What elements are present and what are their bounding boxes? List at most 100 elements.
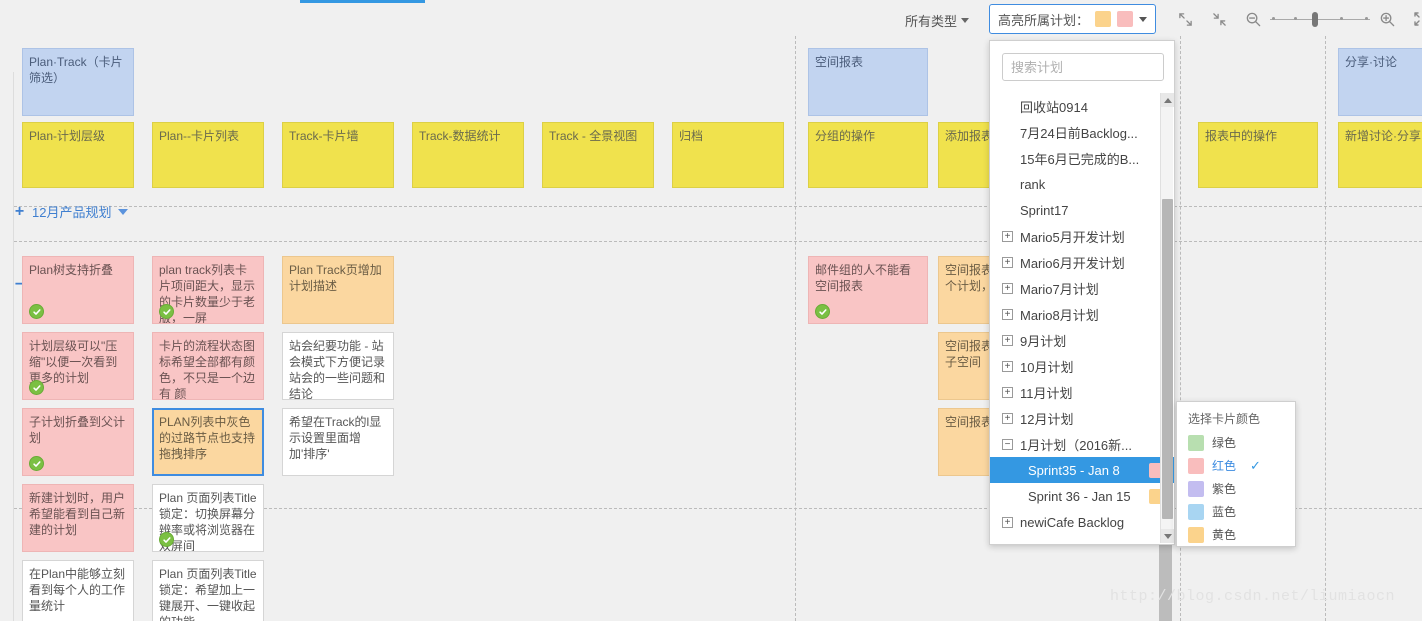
plan-spacer — [1002, 179, 1013, 190]
plan-item[interactable]: + Mario6月开发计划 — [990, 249, 1174, 275]
plan-item-label: Mario7月计划 — [1020, 281, 1099, 297]
board-card[interactable]: PLAN列表中灰色的过路节点也支持拖拽排序 — [152, 408, 264, 476]
zoom-toolbar — [1168, 8, 1422, 30]
color-option-label: 紫色 — [1212, 482, 1237, 496]
plan-item[interactable]: +9月计划 — [990, 327, 1174, 353]
zoom-slider-handle[interactable] — [1312, 12, 1318, 27]
check-icon: ✓ — [1250, 457, 1261, 473]
color-option[interactable]: 紫色 — [1177, 477, 1295, 500]
board-card[interactable]: plan track列表卡片项间距大，显示的卡片数量少于老版，一屏 — [152, 256, 264, 324]
board-card[interactable]: Plan 页面列表Title锁定：希望加上一键展开、一键收起的功能 — [152, 560, 264, 621]
scroll-down-arrow-icon[interactable] — [1161, 529, 1174, 543]
board-card[interactable]: 在Plan中能够立刻看到每个人的工作量统计 — [22, 560, 134, 621]
plan-item-label: Sprint35 - Jan 8 — [1028, 462, 1120, 478]
plan-item[interactable]: + newiCafe Backlog — [990, 509, 1174, 535]
board-page: 所有类型 高亮所属计划： + 12月产品规划 − Plan·Track（卡片筛选… — [0, 0, 1422, 621]
column-separator — [1325, 36, 1326, 621]
plan-expand-toggle-icon[interactable]: + — [1002, 412, 1013, 424]
fullscreen-icon[interactable] — [1404, 8, 1422, 30]
board-card[interactable]: 希望在Track的l显示设置里面增加'排序' — [282, 408, 394, 476]
plan-filter-dropdown-panel: 回收站0914 7月24日前Backlog... 15年6月已完成的B... rank… — [989, 40, 1175, 545]
board-card[interactable]: 子计划折叠到父计划 — [22, 408, 134, 476]
plan-expand-toggle-icon[interactable]: + — [1002, 516, 1013, 528]
plan-expand-toggle-icon[interactable]: + — [1002, 230, 1013, 242]
expand-diagonal-icon[interactable] — [1168, 8, 1202, 30]
color-option[interactable]: 绿色 — [1177, 431, 1295, 454]
plan-item[interactable]: +11月计划 — [990, 379, 1174, 405]
plan-item-label: 7月24日前Backlog... — [1020, 125, 1138, 141]
card-title: 计划层级可以"压缩"以便一次看到更多的计划 — [29, 339, 118, 385]
board-card[interactable]: Track - 全景视图 — [542, 122, 654, 188]
dropdown-scrollbar[interactable] — [1160, 93, 1174, 543]
plan-item[interactable]: 7月24日前Backlog... — [990, 119, 1174, 145]
board-card[interactable]: 分享·讨论 — [1338, 48, 1422, 116]
type-filter-dropdown[interactable]: 所有类型 — [905, 11, 970, 30]
board-card[interactable]: 分组的操作 — [808, 122, 928, 188]
plan-item[interactable]: rank — [990, 171, 1174, 197]
board-card[interactable]: Plan树支持折叠 — [22, 256, 134, 324]
plan-expand-toggle-icon[interactable]: + — [1002, 282, 1013, 294]
board-card[interactable]: Track-卡片墙 — [282, 122, 394, 188]
plan-item[interactable]: + Mario8月计划 — [990, 301, 1174, 327]
search-input[interactable] — [1002, 53, 1164, 81]
zoom-slider-tick — [1272, 17, 1275, 20]
color-option-label: 黄色 — [1212, 528, 1237, 542]
board-card[interactable]: 计划层级可以"压缩"以便一次看到更多的计划 — [22, 332, 134, 400]
swimlane-separator — [14, 241, 1422, 242]
board-card[interactable]: Track-数据统计 — [412, 122, 524, 188]
color-option[interactable]: 蓝色 — [1177, 500, 1295, 523]
zoom-out-icon[interactable] — [1236, 8, 1270, 30]
plan-item[interactable]: Sprint 36 - Jan 15 — [990, 483, 1174, 509]
color-option[interactable]: 红色 ✓ — [1177, 454, 1295, 477]
chevron-down-icon — [1139, 16, 1148, 22]
collapse-diagonal-icon[interactable] — [1202, 8, 1236, 30]
plan-item-selected[interactable]: Sprint35 - Jan 8 — [990, 457, 1174, 483]
plan-item[interactable]: + Mario5月开发计划 — [990, 223, 1174, 249]
zoom-slider-track — [1270, 19, 1370, 20]
chevron-down-icon[interactable] — [118, 208, 129, 215]
board-card[interactable]: Plan--卡片列表 — [152, 122, 264, 188]
color-swatch — [1188, 503, 1204, 520]
plan-expand-toggle-icon[interactable]: + — [1002, 308, 1013, 320]
card-title: plan track列表卡片项间距大，显示的卡片数量少于老版，一屏 — [159, 263, 256, 324]
board-card[interactable]: 站会纪要功能 - 站会模式下方便记录站会的一些问题和结论 — [282, 332, 394, 400]
card-title: Plan 页面列表Title锁定：希望加上一键展开、一键收起的功能 — [159, 567, 257, 621]
card-title: Plan Track页增加计划描述 — [289, 263, 382, 293]
board-card[interactable]: 归档 — [672, 122, 784, 188]
plan-item[interactable]: +12月计划 — [990, 405, 1174, 431]
plan-expand-toggle-icon[interactable]: + — [1002, 256, 1013, 268]
board-card[interactable]: 新建计划时，用户希望能看到自己新建的计划 — [22, 484, 134, 552]
plan-item[interactable]: −1月计划（2016新... — [990, 431, 1174, 457]
scroll-up-arrow-icon[interactable] — [1161, 93, 1174, 107]
swimlane-toggle-icon[interactable]: + — [14, 203, 25, 219]
zoom-slider[interactable] — [1270, 9, 1370, 29]
card-title: 邮件组的人不能看空间报表 — [815, 263, 912, 293]
board-card[interactable]: 新增讨论·分享的 — [1338, 122, 1422, 188]
card-title: Plan-计划层级 — [29, 129, 106, 143]
plan-item-label: rank — [1020, 176, 1046, 192]
highlight-plan-dropdown[interactable]: 高亮所属计划： — [989, 4, 1157, 34]
board-card[interactable]: 邮件组的人不能看空间报表 — [808, 256, 928, 324]
board-card[interactable]: 卡片的流程状态图标希望全部都有颜色，不只是一个边有 颜 — [152, 332, 264, 400]
swimlane-separator — [14, 206, 1422, 207]
plan-expand-toggle-icon[interactable]: + — [1002, 334, 1013, 346]
plan-item[interactable]: 回收站0914 — [990, 93, 1174, 119]
plan-expand-toggle-icon[interactable]: + — [1002, 360, 1013, 372]
color-option[interactable]: 黄色 — [1177, 523, 1295, 546]
plan-item[interactable]: 15年6月已完成的B... — [990, 145, 1174, 171]
plan-expand-toggle-icon[interactable]: − — [1002, 438, 1013, 450]
zoom-in-icon[interactable] — [1370, 8, 1404, 30]
plan-item[interactable]: +10月计划 — [990, 353, 1174, 379]
board-card[interactable]: 空间报表 — [808, 48, 928, 116]
board-card[interactable]: 报表中的操作 — [1198, 122, 1318, 188]
board-card[interactable]: Plan 页面列表Title锁定：切换屏幕分辨率或将浏览器在双屏间 — [152, 484, 264, 552]
swimlane-header[interactable]: +12月产品规划 — [14, 202, 129, 221]
plan-expand-toggle-icon[interactable]: + — [1002, 386, 1013, 398]
plan-spacer — [1002, 101, 1013, 112]
plan-item[interactable]: Sprint17 — [990, 197, 1174, 223]
board-card[interactable]: Plan Track页增加计划描述 — [282, 256, 394, 324]
board-card[interactable]: Plan-计划层级 — [22, 122, 134, 188]
board-card[interactable]: Plan·Track（卡片筛选） — [22, 48, 134, 116]
scrollbar-thumb[interactable] — [1162, 199, 1173, 519]
plan-item[interactable]: + Mario7月计划 — [990, 275, 1174, 301]
